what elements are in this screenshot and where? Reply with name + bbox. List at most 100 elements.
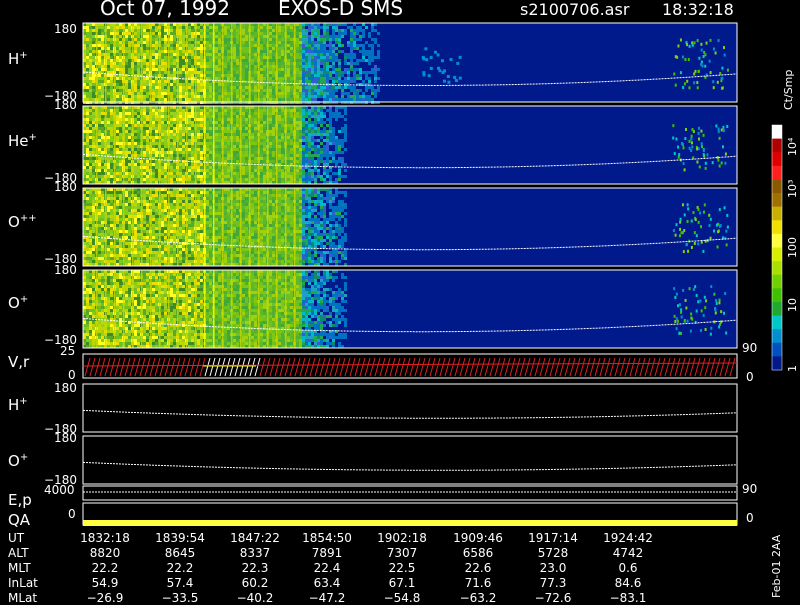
spectrogram-cell — [125, 166, 128, 169]
spectrogram-cell — [206, 118, 209, 121]
spectrogram-cell — [308, 118, 311, 121]
spectrogram-cell — [161, 172, 164, 175]
spectrogram-cell — [170, 172, 173, 175]
spectrogram-cell — [125, 160, 128, 163]
spectrogram-cell — [242, 26, 245, 29]
spectrogram-cell — [227, 166, 230, 169]
spectrogram-cell — [263, 89, 266, 92]
spectrogram-cell — [326, 136, 329, 139]
spectrogram-cell — [254, 130, 257, 133]
spectrogram-cell — [107, 118, 110, 121]
spectrogram-cell — [254, 68, 257, 71]
spectrogram-cell — [164, 32, 167, 35]
spectrogram-cell — [317, 74, 320, 77]
spectrogram-cell — [128, 175, 131, 178]
spectrogram-cell — [242, 169, 245, 172]
spectrogram-cell — [314, 65, 317, 68]
spectrogram-cell — [278, 151, 281, 154]
spectrogram-cell — [188, 151, 191, 154]
spectrogram-cell — [356, 53, 359, 56]
spectrogram-cell — [101, 145, 104, 148]
spectrogram-cell — [350, 62, 353, 65]
spectrogram-cell — [329, 89, 332, 92]
spectrogram-cell — [260, 86, 263, 89]
spectrogram-cell — [263, 26, 266, 29]
spectrogram-cell — [206, 38, 209, 41]
spectrogram-cell — [200, 65, 203, 68]
spectrogram-cell — [170, 166, 173, 169]
spectrogram-cell — [323, 53, 326, 56]
spectrogram-cell — [320, 148, 323, 151]
spectrogram-cell — [101, 139, 104, 142]
spectrogram-cell — [332, 121, 335, 124]
spectrogram-cell — [350, 41, 353, 44]
spectrogram-cell — [251, 175, 254, 178]
spectrogram-cell — [329, 151, 332, 154]
spectrogram-cell — [263, 38, 266, 41]
spectrogram-cell — [371, 50, 374, 53]
spectrogram-cell — [134, 148, 137, 151]
spectrogram-cell — [236, 160, 239, 163]
spectrogram-cell — [146, 86, 149, 89]
spectrogram-cell — [161, 74, 164, 77]
spectrogram-cell — [326, 178, 329, 181]
spectrogram-cell — [224, 35, 227, 38]
spectrogram-cell — [107, 83, 110, 86]
spectrogram-cell — [227, 62, 230, 65]
spectrogram-cell — [101, 41, 104, 44]
spectrogram-cell — [314, 136, 317, 139]
spectrogram-cell — [323, 118, 326, 121]
spectrogram-cell — [287, 38, 290, 41]
spectrogram-cell — [326, 86, 329, 89]
spectrogram-cell — [236, 38, 239, 41]
spectrogram-cell — [296, 98, 299, 101]
spectrogram-cell — [173, 47, 176, 50]
spectrogram-cell — [242, 59, 245, 62]
spectrogram-cell — [188, 154, 191, 157]
spectrogram-cell — [356, 56, 359, 59]
spectrogram-cell — [137, 172, 140, 175]
spectrogram-cell — [305, 77, 308, 80]
spectrogram-cell — [323, 68, 326, 71]
spectrogram-cell — [146, 172, 149, 175]
spectrogram-cell — [254, 50, 257, 53]
spectrogram-cell — [200, 98, 203, 101]
spectrogram-cell — [278, 53, 281, 56]
spectrogram-cell — [161, 118, 164, 121]
spectrogram-cell — [233, 148, 236, 151]
spectrogram-cell — [323, 44, 326, 47]
spectrogram-cell — [233, 118, 236, 121]
spectrogram-cell — [251, 124, 254, 127]
spectrogram-cell — [371, 98, 374, 101]
spectrogram-cell — [353, 50, 356, 53]
spectrogram-cell — [143, 133, 146, 136]
spectrogram-cell — [365, 77, 368, 80]
spectrogram-cell — [269, 50, 272, 53]
spectrogram-cell — [329, 44, 332, 47]
spectrogram-cell — [308, 89, 311, 92]
spectrogram-cell — [245, 145, 248, 148]
spectrogram-cell — [191, 71, 194, 74]
spectrogram-cell — [107, 50, 110, 53]
spectrogram-cell — [92, 29, 95, 32]
spectrogram-cell — [308, 56, 311, 59]
spectrogram-cell — [155, 56, 158, 59]
spectrogram-cell — [290, 166, 293, 169]
spectrogram-cell — [188, 124, 191, 127]
spectrogram-cell — [245, 148, 248, 151]
spectrogram-cell — [311, 115, 314, 118]
spectrogram-cell — [188, 50, 191, 53]
spectrogram-cell — [320, 112, 323, 115]
spectrogram-cell — [263, 92, 266, 95]
spectrogram-cell — [206, 145, 209, 148]
spectrogram-cell — [362, 62, 365, 65]
spectrogram-cell — [287, 172, 290, 175]
spectrogram-cell — [173, 53, 176, 56]
spectrogram-cell — [305, 115, 308, 118]
spectrogram-cell — [155, 47, 158, 50]
spectrogram-cell — [254, 38, 257, 41]
spectrogram-cell — [227, 47, 230, 50]
spectrogram-cell — [98, 178, 101, 181]
spectrogram-cell — [290, 62, 293, 65]
spectrogram-cell — [200, 154, 203, 157]
